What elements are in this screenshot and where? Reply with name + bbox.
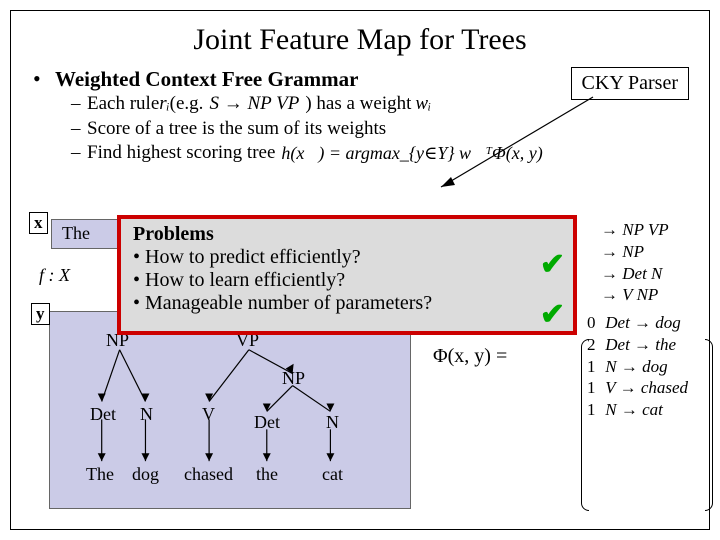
wcfg-line3-text: Find highest scoring tree — [87, 141, 275, 166]
text-has-weight: ) has a weight — [305, 92, 411, 117]
slide-title: Joint Feature Map for Trees — [33, 23, 687, 57]
weight-var: wᵢ — [415, 92, 431, 117]
text-eg: (e.g. — [170, 92, 204, 117]
tree-N2: N — [326, 412, 339, 433]
feat-row: 0 Det → dog — [587, 312, 688, 334]
lower-region: The x f : X — [33, 221, 687, 517]
argmax-formula: h(x⃗) = argmax_{y∈Y} w⃗ᵀΦ(x, y) — [281, 142, 542, 165]
feat-row: 1 N → cat — [587, 399, 688, 421]
problem-q2: • How to learn efficiently? — [133, 269, 561, 292]
feat-row: 0→ NP VP — [587, 219, 688, 241]
rule-example: S → NP VP — [207, 92, 301, 117]
phi-label: Φ(x, y) = — [433, 345, 507, 368]
feature-vector: 0→ NP VP 0→ NP 0→ Det N 0→ V NP 0 Det → … — [587, 219, 688, 421]
wcfg-line2-text: Score of a tree is the sum of its weight… — [87, 118, 386, 139]
tree-NP2: NP — [282, 368, 305, 389]
wcfg-line3: – Find highest scoring tree h(x⃗) = argm… — [33, 141, 687, 166]
wcfg-line2: –Score of a tree is the sum of its weigh… — [33, 117, 687, 142]
leaf-dog: dog — [132, 464, 159, 485]
feat-row: 0→ V NP — [587, 284, 688, 306]
leaf-chased: chased — [184, 464, 233, 485]
wcfg-heading-text: Weighted Context Free Grammar — [55, 67, 358, 92]
leaf-cat: cat — [322, 464, 343, 485]
y-label-box: y — [31, 303, 50, 325]
tree-Det2: Det — [254, 412, 280, 433]
tree-N1: N — [140, 404, 153, 425]
text-each-rule: Each rule — [87, 92, 159, 117]
leaf-the2: the — [256, 464, 278, 485]
rule-var: rᵢ — [159, 92, 169, 117]
slide-frame: Joint Feature Map for Trees CKY Parser •… — [10, 10, 710, 530]
bullet-icon: • — [33, 67, 55, 91]
check-icon: ✔ — [540, 297, 565, 332]
paren-right-icon — [705, 339, 713, 511]
feat-row: 0→ NP — [587, 241, 688, 263]
tree-box: NP VP NP Det N V Det N The dog chased th… — [49, 311, 411, 509]
check-icon: ✔ — [540, 247, 565, 282]
problems-box: Problems • How to predict efficiently? •… — [117, 215, 577, 335]
x-label-box: x — [29, 212, 48, 234]
f-map: f : X — [39, 265, 70, 286]
feat-row: 2 Det → the — [587, 334, 688, 356]
feat-row: 1 V → chased — [587, 377, 688, 399]
sentence-text: The — [62, 223, 90, 243]
cky-parser-box: CKY Parser — [571, 67, 689, 100]
problem-q3: • Manageable number of parameters? — [133, 292, 561, 315]
feat-row: 0→ Det N — [587, 263, 688, 285]
leaf-the1: The — [86, 464, 114, 485]
tree-V: V — [202, 404, 215, 425]
feat-row: 1 N → dog — [587, 356, 688, 378]
problem-q1: • How to predict efficiently? — [133, 246, 561, 269]
problems-title: Problems — [133, 223, 561, 246]
tree-Det1: Det — [90, 404, 116, 425]
